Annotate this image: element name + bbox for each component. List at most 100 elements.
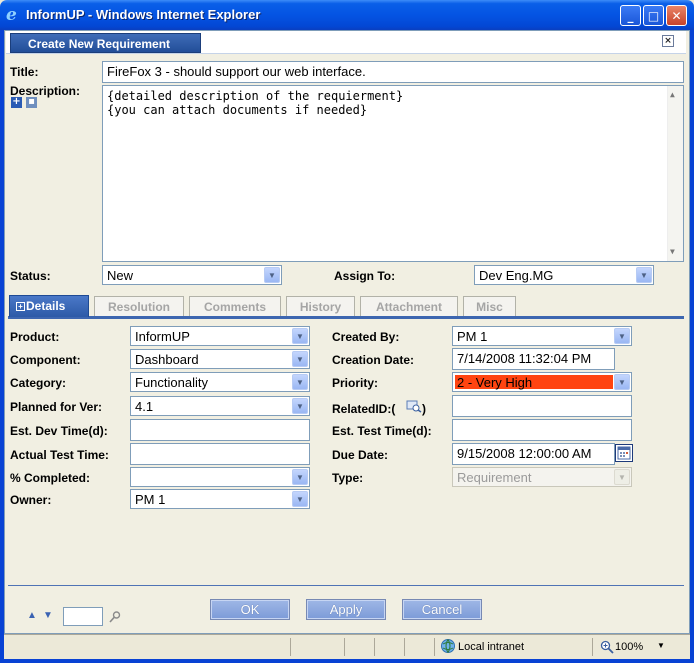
arrow-up-icon[interactable]: ▲ [27,610,37,621]
priority-value: 2 - Very High [457,375,533,390]
zoom-dropdown-icon[interactable]: ▼ [657,641,665,650]
product-label: Product: [10,330,60,344]
dialog-close-button[interactable]: × [662,35,674,47]
product-select[interactable]: InformUP ▼ [130,326,310,346]
component-label: Component: [10,353,81,367]
product-value: InformUP [135,329,190,344]
zoom-level[interactable]: 100% [615,641,643,653]
category-label: Category: [10,376,67,390]
zoom-icon[interactable] [600,640,614,654]
chevron-down-icon[interactable]: ▼ [614,374,630,390]
ie-logo-icon: e [6,5,17,25]
related-id-paren: ) [422,402,426,416]
description-line: {you can attach documents if needed} [107,103,368,117]
priority-label: Priority: [332,376,379,390]
chevron-down-icon[interactable]: ▼ [292,469,308,485]
expand-description-icon[interactable]: + [11,97,22,108]
security-zone-label: Local intranet [458,641,525,653]
planned-version-value: 4.1 [135,399,154,414]
related-lookup-icon[interactable] [406,399,422,413]
scroll-down-icon[interactable]: ▼ [670,245,675,259]
est-dev-time-label: Est. Dev Time(d): [10,424,108,438]
planned-version-label: Planned for Ver: [10,400,103,414]
arrow-down-icon[interactable]: ▼ [43,610,53,621]
category-select[interactable]: Functionality ▼ [130,372,310,392]
planned-version-select[interactable]: 4.1 ▼ [130,396,310,416]
ok-button[interactable]: OK [210,599,290,620]
calendar-icon[interactable] [615,444,633,462]
type-select: Requirement ▼ [452,467,632,487]
tab-label: Details [26,299,66,313]
description-scrollbar[interactable]: ▲ ▼ [667,86,683,261]
creation-date-label: Creation Date: [332,353,415,367]
status-separator [290,638,291,656]
related-id-input[interactable] [452,395,632,417]
tab-misc[interactable]: Misc [463,296,516,316]
tab-comments[interactable]: Comments [189,296,281,316]
status-select[interactable]: New ▼ [102,265,282,285]
collapse-description-icon[interactable]: ▪ [26,97,37,108]
scroll-up-icon[interactable]: ▲ [670,88,675,102]
record-id-input[interactable] [63,607,103,626]
status-separator [434,638,435,656]
owner-label: Owner: [10,493,52,507]
component-select[interactable]: Dashboard ▼ [130,349,310,369]
actual-test-time-input[interactable] [130,443,310,465]
chevron-down-icon[interactable]: ▼ [292,374,308,390]
est-dev-time-input[interactable] [130,419,310,441]
panel-divider [8,585,684,586]
description-line: {detailed description of the requierment… [107,89,404,103]
tabstrip-underline [8,316,684,319]
search-icon[interactable] [108,610,122,624]
minimize-button[interactable]: _ [620,5,641,26]
creation-date-input[interactable]: 7/14/2008 11:32:04 PM [452,348,615,370]
status-bar [4,634,690,659]
plus-box-icon: + [16,302,25,311]
tab-details[interactable]: + Details [9,295,89,317]
chevron-down-icon: ▼ [614,469,630,485]
chevron-down-icon[interactable]: ▼ [292,351,308,367]
owner-value: PM 1 [135,492,166,507]
actual-test-time-label: Actual Test Time: [10,448,109,462]
window-title: InformUP - Windows Internet Explorer [26,7,261,22]
related-id-label: RelatedID:( [332,402,396,416]
est-test-time-input[interactable] [452,419,632,441]
chevron-down-icon[interactable]: ▼ [614,328,630,344]
cancel-button[interactable]: Cancel [402,599,482,620]
chevron-down-icon[interactable]: ▼ [636,267,652,283]
window-frame-right [690,30,694,663]
tab-resolution[interactable]: Resolution [94,296,184,316]
close-window-button[interactable]: ✕ [666,5,687,26]
component-value: Dashboard [135,352,199,367]
maximize-button[interactable]: □ [643,5,664,26]
status-label: Status: [10,269,51,283]
assign-to-label: Assign To: [334,269,396,283]
tab-history[interactable]: History [286,296,355,316]
status-separator [344,638,345,656]
chevron-down-icon[interactable]: ▼ [264,267,280,283]
owner-select[interactable]: PM 1 ▼ [130,489,310,509]
description-textarea[interactable]: {detailed description of the requierment… [102,85,684,262]
status-separator [592,638,593,656]
title-input[interactable]: FireFox 3 - should support our web inter… [102,61,684,83]
chevron-down-icon[interactable]: ▼ [292,328,308,344]
due-date-input[interactable]: 9/15/2008 12:00:00 AM [452,443,615,465]
created-by-label: Created By: [332,330,400,344]
est-test-time-label: Est. Test Time(d): [332,424,432,438]
dialog-title-tab: Create New Requirement [10,33,201,53]
status-separator [404,638,405,656]
globe-icon [440,638,456,654]
completed-label: % Completed: [10,471,91,485]
assign-to-select[interactable]: Dev Eng.MG ▼ [474,265,654,285]
category-value: Functionality [135,375,208,390]
due-date-label: Due Date: [332,448,389,462]
priority-select[interactable]: 2 - Very High ▼ [452,372,632,392]
apply-button[interactable]: Apply [306,599,386,620]
completed-select[interactable]: ▼ [130,467,310,487]
tab-attachment[interactable]: Attachment [360,296,458,316]
created-by-value: PM 1 [457,329,488,344]
chevron-down-icon[interactable]: ▼ [292,398,308,414]
chevron-down-icon[interactable]: ▼ [292,491,308,507]
type-value: Requirement [457,470,532,485]
created-by-select[interactable]: PM 1 ▼ [452,326,632,346]
